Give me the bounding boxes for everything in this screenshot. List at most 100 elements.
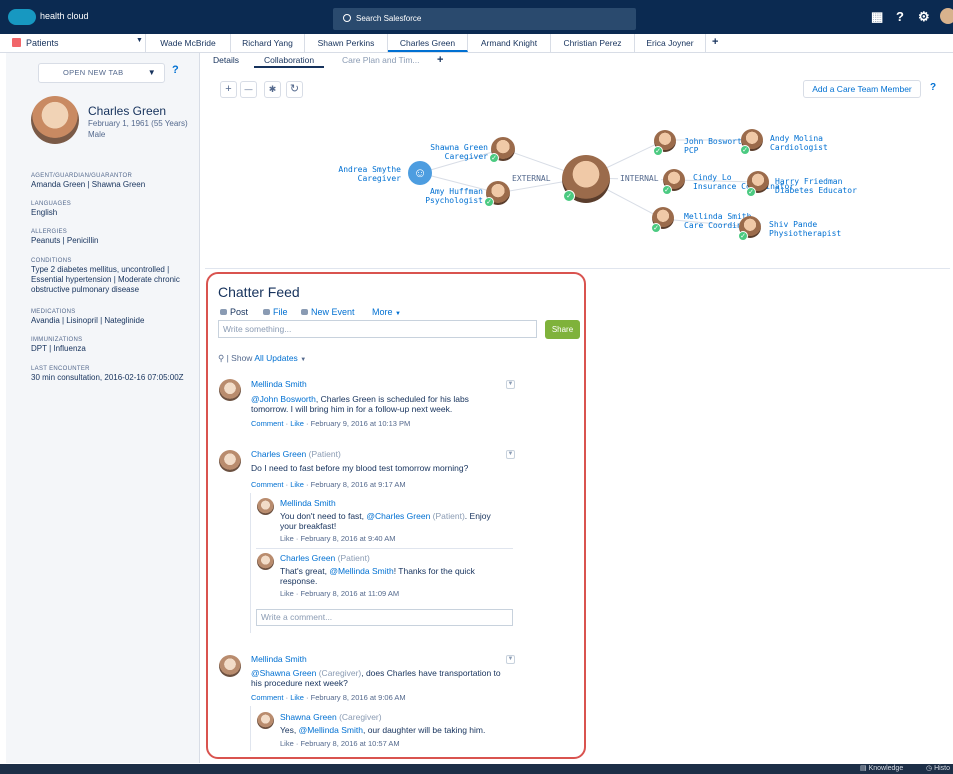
chatter-feed-title: Chatter Feed	[218, 284, 300, 300]
comment-input[interactable]: Write a comment...	[256, 609, 513, 626]
search-icon	[343, 14, 351, 22]
feed-filter[interactable]: ⚲ | Show All Updates ▼	[218, 353, 306, 364]
reply-timestamp: February 8, 2016 at 10:57 AM	[300, 739, 400, 748]
network-label-shiv-pande[interactable]: Shiv Pande Physiotherapist	[769, 220, 841, 238]
caregiver-avatar-icon[interactable]: ☺	[408, 161, 432, 185]
knowledge-utility[interactable]: ▤ Knowledge	[860, 764, 903, 774]
tab-collaboration[interactable]: Collaboration	[254, 53, 325, 68]
tab-shawn-perkins[interactable]: Shawn Perkins	[305, 34, 388, 52]
help-icon[interactable]: ?	[172, 64, 179, 76]
publisher-input[interactable]: Write something...	[218, 320, 537, 338]
tab-charles-green[interactable]: Charles Green	[388, 34, 468, 52]
post-author[interactable]: Mellinda Smith	[251, 379, 307, 389]
tab-richard-yang[interactable]: Richard Yang	[231, 34, 305, 52]
help-icon[interactable]: ?	[896, 9, 904, 24]
like-link[interactable]: Like	[280, 739, 294, 748]
mention-link[interactable]: @Mellinda Smith	[329, 566, 393, 576]
network-label-andrea-smythe[interactable]: Andrea Smythe Caregiver	[333, 165, 401, 183]
comment-link[interactable]: Comment	[251, 480, 284, 489]
member-name: Andy Molina	[770, 134, 823, 143]
add-care-team-member-button[interactable]: Add a Care Team Member	[803, 80, 921, 98]
avatar[interactable]	[257, 498, 274, 515]
file-action[interactable]: File	[263, 307, 288, 317]
more-actions-dropdown[interactable]: More ▼	[372, 307, 401, 317]
center-icon[interactable]: ✱	[264, 81, 281, 98]
reply-author[interactable]: Mellinda Smith	[280, 498, 336, 508]
post-body: Do I need to fast before my blood test t…	[251, 463, 469, 473]
avatar[interactable]	[219, 655, 241, 677]
mention-role: (Patient)	[432, 511, 465, 521]
refresh-icon[interactable]: ↻	[286, 81, 303, 98]
like-link[interactable]: Like	[280, 589, 294, 598]
network-label-amy-huffman[interactable]: Amy Huffman Psychologist	[405, 187, 483, 205]
post-author[interactable]: Mellinda Smith	[251, 654, 307, 664]
check-icon: ✓	[738, 231, 748, 241]
post-action[interactable]: Post	[220, 307, 248, 317]
share-button[interactable]: Share	[545, 320, 580, 339]
zoom-in-button[interactable]: +	[220, 81, 237, 98]
author-role: (Patient)	[308, 449, 341, 459]
network-label-john-bosworth[interactable]: John Bosworth PCP	[684, 137, 747, 155]
network-label-andy-molina[interactable]: Andy Molina Cardiologist	[770, 134, 828, 152]
app-navigation-tab[interactable]: Patients ▼	[6, 34, 146, 52]
like-link[interactable]: Like	[290, 693, 304, 702]
mention-link[interactable]: @Mellinda Smith	[299, 725, 363, 735]
network-label-shawna-green[interactable]: Shawna Green Caregiver	[410, 143, 488, 161]
reply-meta: Like · February 8, 2016 at 10:57 AM	[280, 739, 400, 748]
author-link[interactable]: Shawna Green	[280, 712, 337, 722]
tab-christian-perez[interactable]: Christian Perez	[551, 34, 635, 52]
filter-value[interactable]: All Updates	[254, 353, 297, 363]
comment-link[interactable]: Comment	[251, 693, 284, 702]
global-search-input[interactable]: Search Salesforce	[333, 8, 636, 30]
mention-role: (Caregiver)	[318, 668, 362, 678]
history-utility[interactable]: ◷ Histo	[926, 764, 950, 774]
member-name: Shiv Pande	[769, 220, 818, 229]
post-author: Charles Green (Patient)	[251, 449, 341, 459]
add-tab-button[interactable]: +	[712, 36, 718, 48]
settings-gear-icon[interactable]: ⚙	[918, 9, 930, 25]
avatar[interactable]	[219, 450, 241, 472]
apps-grid-icon[interactable]: ▦	[871, 9, 883, 25]
network-label-harry-friedman[interactable]: Harry Friedman Diabetes Educator	[775, 177, 857, 195]
new-event-action[interactable]: New Event	[301, 307, 355, 317]
patient-sidebar: OPEN NEW TAB ▼ ? Charles Green February …	[6, 53, 200, 763]
chevron-down-icon[interactable]: ▼	[136, 37, 143, 44]
chevron-down-icon: ▼	[300, 357, 307, 363]
tab-erica-joyner[interactable]: Erica Joyner	[635, 34, 706, 52]
post-menu-icon[interactable]: ▼	[506, 380, 515, 389]
like-link[interactable]: Like	[290, 419, 304, 428]
tab-wade-mcbride[interactable]: Wade McBride	[146, 34, 231, 52]
mention-link[interactable]: @John Bosworth	[251, 394, 316, 404]
section-divider	[205, 268, 950, 269]
help-icon[interactable]: ?	[930, 82, 936, 93]
knowledge-label: Knowledge	[868, 765, 904, 772]
avatar[interactable]	[219, 379, 241, 401]
avatar[interactable]	[257, 712, 274, 729]
comment-link[interactable]: Comment	[251, 419, 284, 428]
mention-link[interactable]: @Charles Green	[366, 511, 430, 521]
open-new-tab-dropdown[interactable]: OPEN NEW TAB ▼	[38, 63, 165, 83]
author-link[interactable]: Charles Green	[280, 553, 335, 563]
tab-details[interactable]: Details	[213, 53, 239, 68]
reply-author: Charles Green (Patient)	[280, 553, 370, 563]
tab-armand-knight[interactable]: Armand Knight	[468, 34, 551, 52]
search-icon[interactable]: ⚲	[218, 353, 224, 363]
post-menu-icon[interactable]: ▼	[506, 450, 515, 459]
zoom-out-button[interactable]: —	[240, 81, 257, 98]
check-icon: ✓	[662, 185, 672, 195]
post-timestamp: February 9, 2016 at 10:13 PM	[310, 419, 411, 428]
like-link[interactable]: Like	[290, 480, 304, 489]
tab-care-plan[interactable]: Care Plan and Tim...	[342, 53, 419, 68]
like-link[interactable]: Like	[280, 534, 294, 543]
avatar[interactable]	[257, 553, 274, 570]
user-avatar[interactable]	[940, 8, 953, 24]
author-link[interactable]: Charles Green	[251, 449, 306, 459]
new-event-label: New Event	[311, 307, 355, 317]
book-icon: ▤	[860, 765, 867, 772]
mention-link[interactable]: @Shawna Green	[251, 668, 316, 678]
add-subtab-button[interactable]: +	[437, 53, 443, 68]
post-menu-icon[interactable]: ▼	[506, 655, 515, 664]
record-subtabs: Details Collaboration Care Plan and Tim.…	[205, 53, 950, 69]
post-label: Post	[230, 307, 249, 317]
salesforce-logo[interactable]	[8, 9, 36, 25]
